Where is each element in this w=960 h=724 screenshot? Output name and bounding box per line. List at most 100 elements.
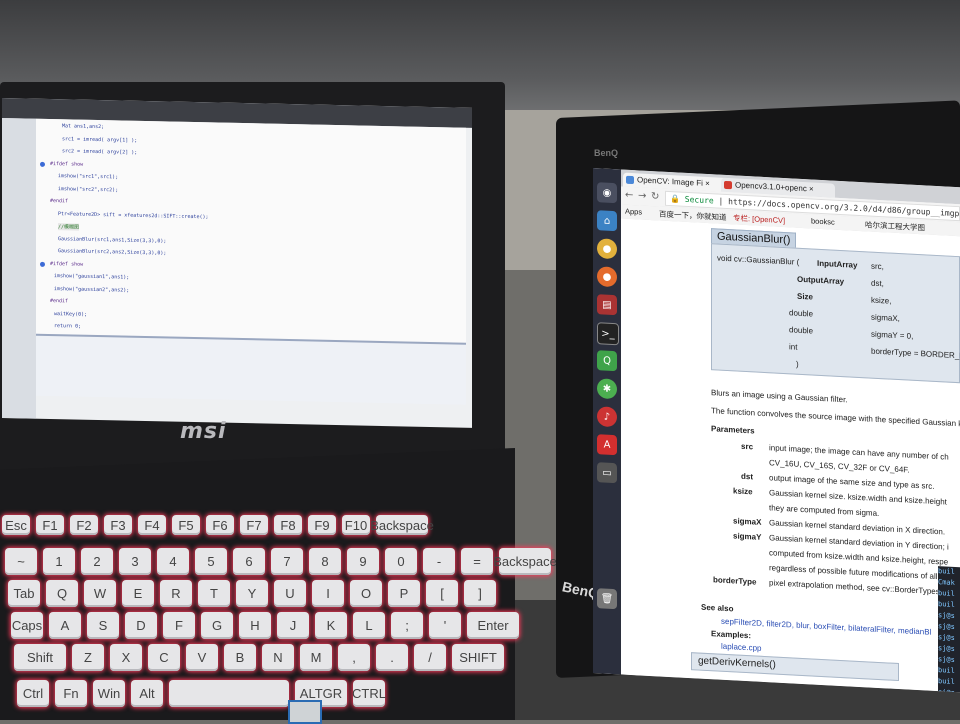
key[interactable]: F2 [70, 515, 98, 535]
lock-icon: 🔒 [670, 194, 680, 204]
key[interactable]: Z [72, 644, 104, 671]
key[interactable]: - [423, 548, 455, 575]
key[interactable]: F1 [36, 515, 64, 535]
key[interactable]: 2 [81, 548, 113, 575]
drive-icon[interactable]: ▭ [597, 462, 617, 484]
key[interactable]: S [87, 612, 119, 639]
example-link[interactable]: laplace.cpp [721, 642, 761, 653]
files-icon[interactable]: ⌂ [597, 210, 617, 232]
key[interactable]: F6 [206, 515, 234, 535]
key[interactable]: L [353, 612, 385, 639]
key[interactable]: P [388, 580, 420, 607]
key[interactable]: = [461, 548, 493, 575]
key[interactable]: 1 [43, 548, 75, 575]
key[interactable]: H [239, 612, 271, 639]
bookmark-apps[interactable]: Apps [625, 207, 642, 217]
key[interactable]: Caps [11, 612, 43, 639]
key[interactable]: 3 [119, 548, 151, 575]
opencv-favicon-icon [626, 175, 634, 185]
terminal-window[interactable]: buil Cmak buil buil sj@s sj@s sj@s sj@s sj@s buil… [938, 566, 960, 693]
key[interactable]: T [198, 580, 230, 607]
back-icon[interactable]: ← [625, 190, 633, 201]
forward-icon[interactable]: → [638, 190, 646, 201]
laptop-keyboard[interactable]: Esc F1 F2 F3 F4 F5 F6 F7 F8 F9 F10 Backspace ~1 2 3 4 5 6… [0, 500, 557, 720]
key[interactable]: U [274, 580, 306, 607]
key[interactable]: V [186, 644, 218, 671]
key[interactable]: ] [464, 580, 496, 607]
parameters-label: Parameters [711, 424, 755, 436]
key[interactable]: F4 [138, 515, 166, 535]
key[interactable]: W [84, 580, 116, 607]
key[interactable] [169, 680, 289, 707]
key[interactable]: K [315, 612, 347, 639]
reload-icon[interactable]: ↻ [651, 191, 659, 202]
key[interactable]: Alt [131, 680, 163, 707]
key[interactable]: F [163, 612, 195, 639]
key[interactable]: Tab [8, 580, 40, 607]
key[interactable]: Backspace [493, 548, 557, 575]
code-editor[interactable]: Mat ans1,ans2; src1 = imread( argv[1] ); s… [36, 118, 466, 348]
key[interactable]: F10 [342, 515, 370, 535]
terminal-icon[interactable]: >_ [597, 322, 619, 346]
pdf-reader-icon[interactable]: A [597, 434, 617, 456]
key[interactable]: / [414, 644, 446, 671]
key[interactable]: 5 [195, 548, 227, 575]
fold-marker-icon[interactable] [40, 261, 45, 267]
key[interactable]: F3 [104, 515, 132, 535]
key[interactable]: 7 [271, 548, 303, 575]
key[interactable]: Shift [14, 644, 66, 671]
key[interactable]: Q [46, 580, 78, 607]
key[interactable]: ' [429, 612, 461, 639]
code-line: imshow("src2",src2); [58, 185, 119, 193]
key[interactable]: Backspace [370, 515, 434, 535]
key[interactable]: . [376, 644, 408, 671]
key[interactable]: 4 [157, 548, 189, 575]
key[interactable]: G [201, 612, 233, 639]
key[interactable]: M [300, 644, 332, 671]
key[interactable]: R [160, 580, 192, 607]
key[interactable]: [ [426, 580, 458, 607]
trash-icon[interactable]: 🗑 [597, 588, 617, 610]
ubuntu-dash-icon[interactable]: ◉ [597, 182, 617, 204]
key[interactable]: D [125, 612, 157, 639]
settings-icon[interactable]: ✱ [597, 378, 617, 400]
key[interactable]: Ctrl [17, 680, 49, 707]
key[interactable]: Esc [2, 515, 30, 535]
key[interactable]: 9 [347, 548, 379, 575]
key[interactable]: X [110, 644, 142, 671]
key[interactable]: , [338, 644, 370, 671]
see-also-links[interactable]: sepFilter2D, filter2D, blur, boxFilter, … [721, 617, 931, 637]
key[interactable]: I [312, 580, 344, 607]
app-icon[interactable]: ▤ [597, 294, 617, 316]
music-icon[interactable]: ♪ [597, 406, 617, 428]
code-line: waitKey(0); [54, 310, 88, 318]
key[interactable]: B [224, 644, 256, 671]
qt-creator-icon[interactable]: Q [597, 350, 617, 372]
key[interactable]: ~ [5, 548, 37, 575]
key[interactable]: ; [391, 612, 423, 639]
fold-marker-icon[interactable] [40, 161, 45, 167]
key[interactable]: N [262, 644, 294, 671]
key[interactable]: SHIFT [452, 644, 504, 671]
key[interactable]: 6 [233, 548, 265, 575]
bookmark-booksc[interactable]: booksc [811, 216, 835, 226]
key[interactable]: C [148, 644, 180, 671]
key[interactable]: F8 [274, 515, 302, 535]
key[interactable]: Win [93, 680, 125, 707]
key[interactable]: 0 [385, 548, 417, 575]
key[interactable]: 8 [309, 548, 341, 575]
key[interactable]: J [277, 612, 309, 639]
key[interactable]: Y [236, 580, 268, 607]
key[interactable]: Enter [467, 612, 519, 639]
chrome-icon[interactable]: ● [597, 238, 617, 260]
key[interactable]: O [350, 580, 382, 607]
key[interactable]: F7 [240, 515, 268, 535]
key[interactable]: A [49, 612, 81, 639]
key[interactable]: CTRL [352, 680, 386, 707]
firefox-icon[interactable]: ● [597, 266, 617, 288]
code-line: return 0; [54, 323, 82, 330]
key[interactable]: F9 [308, 515, 336, 535]
key[interactable]: F5 [172, 515, 200, 535]
key[interactable]: Fn [55, 680, 87, 707]
key[interactable]: E [122, 580, 154, 607]
